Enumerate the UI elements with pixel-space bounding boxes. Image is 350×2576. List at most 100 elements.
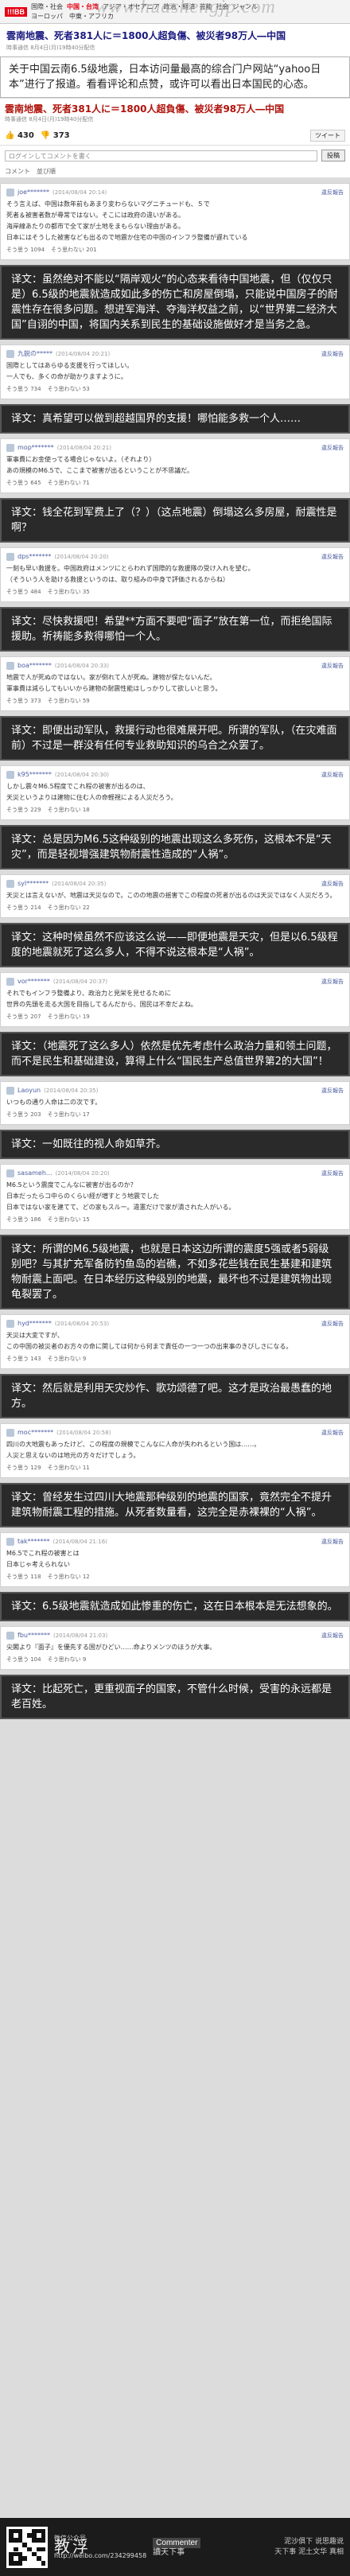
report-link[interactable]: 違反報告 — [321, 977, 344, 986]
comment-date: (2014/08/04 21:16) — [52, 1539, 107, 1545]
avatar[interactable] — [6, 1320, 14, 1328]
translation-box: 译文：比起死亡，更重视面子的国家，不管什么时候，受害的永远都是老百姓。 — [0, 1675, 350, 1719]
agree-button[interactable]: そう思う 1094 — [6, 245, 45, 255]
agree-button[interactable]: そう思う 203 — [6, 1110, 41, 1119]
comment-user[interactable]: syl******* — [18, 879, 49, 889]
comment-line: 死者＆被害者数が尋常ではない。そこには政府の違いがある。 — [6, 212, 185, 219]
comment-line: 人災と思えないのは地元の方々だけでしょう。 — [6, 1452, 140, 1459]
agree-button[interactable]: そう思う 143 — [6, 1354, 41, 1364]
report-link[interactable]: 違反報告 — [321, 1086, 344, 1095]
comment-user[interactable]: Laoyun — [18, 1086, 41, 1095]
comment-user[interactable]: 九鋭の***** — [18, 349, 52, 359]
comment-user[interactable]: joe******* — [18, 188, 49, 197]
agree-button[interactable]: そう思う 186 — [6, 1215, 41, 1224]
tweet-button[interactable]: ツイート — [310, 130, 345, 142]
avatar[interactable] — [6, 1632, 14, 1640]
avatar[interactable] — [6, 189, 14, 197]
site-logo[interactable]: !!!BB — [5, 6, 27, 17]
disagree-button[interactable]: そう思わない 11 — [48, 1463, 90, 1473]
comment-item: boa******* (2014/08/04 20:33) 違反報告 地震で人が死ぬの… — [0, 656, 350, 711]
nav-item[interactable]: 国際・社会 — [31, 2, 63, 12]
disagree-button[interactable]: そう思わない 18 — [48, 805, 90, 815]
avatar[interactable] — [6, 978, 14, 986]
avatar[interactable] — [6, 880, 14, 888]
post-button[interactable]: 投稿 — [321, 150, 345, 161]
comment-user[interactable]: k95******* — [18, 770, 52, 780]
avatar[interactable] — [6, 1429, 14, 1437]
comment-sort-bar[interactable]: コメント 並び順 — [0, 165, 350, 178]
comment-line: 四川の大地震もあったけど、この程度の規模でこんなに人命が失われるという国は……。 — [6, 1441, 261, 1448]
report-link[interactable]: 違反報告 — [321, 879, 344, 889]
report-link[interactable]: 違反報告 — [321, 1537, 344, 1547]
disagree-button[interactable]: そう思わない 22 — [48, 903, 90, 912]
comment-user[interactable]: moc******* — [18, 1428, 53, 1438]
like-button[interactable]: 👍 430 — [5, 131, 34, 140]
comment-user[interactable]: hyd******* — [18, 1319, 52, 1329]
report-link[interactable]: 違反報告 — [321, 1319, 344, 1329]
agree-button[interactable]: そう思う 484 — [6, 587, 41, 597]
comment-header: joe******* (2014/08/04 20:14) 違反報告 — [6, 188, 344, 197]
avatar[interactable] — [6, 444, 14, 452]
avatar[interactable] — [6, 553, 14, 561]
comment-body: 天災は大変ですが、 この中国の被災者のお方々の命に関しては何から何まで責任の一つ一… — [6, 1331, 344, 1352]
disagree-button[interactable]: そう思わない 12 — [48, 1572, 90, 1582]
translation-box: 译文：6.5级地震就造成如此惨重的伤亡，这在日本根本是无法想象的。 — [0, 1592, 350, 1621]
comment-user[interactable]: fbu******* — [18, 1631, 50, 1640]
comment-line: 軍事費にお金使ってる場合じゃないよ。（それより） — [6, 456, 156, 463]
comment-user[interactable]: mop******* — [18, 443, 54, 453]
report-link[interactable]: 違反報告 — [321, 1169, 344, 1178]
footer-weibo[interactable]: http://weibo.com/234299458 — [54, 2551, 146, 2560]
avatar[interactable] — [6, 350, 14, 358]
comment-input[interactable]: ログインしてコメントを書く — [5, 150, 317, 161]
agree-button[interactable]: そう思う 104 — [6, 1655, 41, 1664]
report-link[interactable]: 違反報告 — [321, 349, 344, 359]
comment-line: 海岸線あたりの都市で全て家が土地をまもらない理由がある。 — [6, 223, 185, 230]
comment-user[interactable]: dps******* — [18, 552, 51, 562]
disagree-button[interactable]: そう思わない 71 — [48, 478, 90, 488]
comment-user[interactable]: boa******* — [18, 661, 52, 671]
article-title: 雲南地震、死者381人に＝1800人超負傷、被災者98万人―中国 — [6, 30, 286, 41]
comment-line: M6.5という震度でこんなに被害が出るのか？ — [6, 1181, 137, 1189]
comment-header: hyd******* (2014/08/04 20:53) 違反報告 — [6, 1319, 344, 1329]
disagree-button[interactable]: そう思わない 17 — [48, 1110, 90, 1119]
disagree-button[interactable]: そう思わない 9 — [48, 1354, 87, 1364]
comment-user[interactable]: tak******* — [18, 1537, 50, 1547]
avatar[interactable] — [6, 1169, 14, 1177]
avatar[interactable] — [6, 771, 14, 779]
comment-user[interactable]: sasameh... — [18, 1169, 52, 1178]
comment-line: 尖閣より『面子』を優先する国がひどい……命よりメンツのほうが大事。 — [6, 1644, 216, 1651]
agree-button[interactable]: そう思う 129 — [6, 1463, 41, 1473]
comment-body: M6.5でこれ程の被害とは 日本じゃ考えられない — [6, 1549, 344, 1570]
disagree-button[interactable]: そう思わない 53 — [48, 384, 90, 394]
disagree-button[interactable]: そう思わない 59 — [48, 696, 90, 706]
avatar[interactable] — [6, 1087, 14, 1095]
translation-box: 译文：总是因为M6.5这种级别的地震出现这么多死伤，这根本不是“天灾”，而是轻视… — [0, 825, 350, 870]
report-link[interactable]: 違反報告 — [321, 443, 344, 453]
story-title[interactable]: 雲南地震、死者381人に＝1800人超負傷、被災者98万人―中国 — [5, 102, 345, 115]
agree-button[interactable]: そう思う 734 — [6, 384, 41, 394]
report-link[interactable]: 違反報告 — [321, 188, 344, 197]
report-link[interactable]: 違反報告 — [321, 770, 344, 780]
agree-button[interactable]: そう思う 373 — [6, 696, 41, 706]
comment-header: 九鋭の***** (2014/08/04 20:21) 違反報告 — [6, 349, 344, 359]
report-link[interactable]: 違反報告 — [321, 1631, 344, 1640]
agree-button[interactable]: そう思う 118 — [6, 1572, 41, 1582]
report-link[interactable]: 違反報告 — [321, 552, 344, 562]
comment-user[interactable]: vor******* — [18, 977, 50, 986]
avatar[interactable] — [6, 662, 14, 670]
agree-button[interactable]: そう思う 229 — [6, 805, 41, 815]
avatar[interactable] — [6, 1538, 14, 1546]
nav-item[interactable]: 中国・台湾 — [67, 2, 99, 12]
dislike-button[interactable]: 👎 373 — [41, 131, 70, 140]
agree-button[interactable]: そう思う 207 — [6, 1012, 41, 1021]
agree-button[interactable]: そう思う 214 — [6, 903, 41, 912]
disagree-button[interactable]: そう思わない 201 — [51, 245, 97, 255]
report-link[interactable]: 違反報告 — [321, 661, 344, 671]
vote-row: そう思う 203 そう思わない 17 — [6, 1110, 344, 1119]
disagree-button[interactable]: そう思わない 9 — [48, 1655, 87, 1664]
disagree-button[interactable]: そう思わない 15 — [48, 1215, 90, 1224]
disagree-button[interactable]: そう思わない 35 — [48, 587, 90, 597]
agree-button[interactable]: そう思う 645 — [6, 478, 41, 488]
report-link[interactable]: 違反報告 — [321, 1428, 344, 1438]
disagree-button[interactable]: そう思わない 19 — [48, 1012, 90, 1021]
